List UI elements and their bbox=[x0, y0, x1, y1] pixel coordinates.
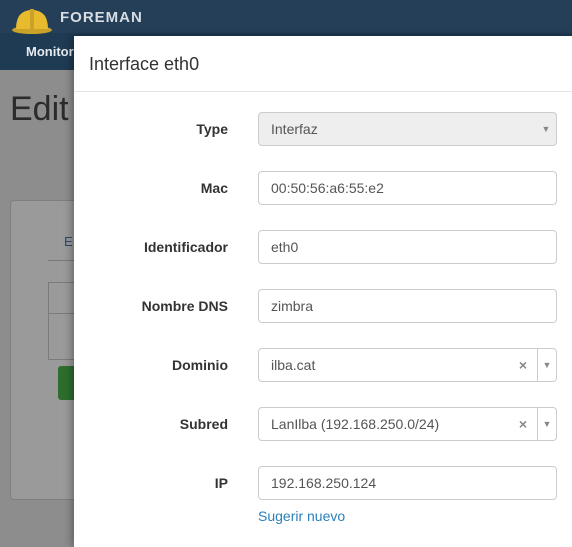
type-value: Interfaz bbox=[271, 121, 318, 137]
clear-x-icon[interactable]: × bbox=[516, 408, 530, 440]
identifier-label: Identificador bbox=[143, 239, 228, 255]
ip-label: IP bbox=[214, 475, 228, 491]
clear-x-icon[interactable]: × bbox=[516, 349, 530, 381]
subnet-value: LanIlba (192.168.250.0/24) bbox=[271, 416, 440, 432]
identifier-row: Identificador bbox=[74, 230, 572, 264]
suggest-new-link[interactable]: Sugerir nuevo bbox=[258, 508, 345, 524]
page: FOREMAN Monitor Edit E Interface eth0 Ty… bbox=[0, 0, 572, 547]
domain-select[interactable]: ilba.cat × ▼ bbox=[258, 348, 557, 382]
caret-down-icon[interactable]: ▼ bbox=[538, 408, 556, 440]
type-label: Type bbox=[196, 121, 228, 137]
dns-name-label: Nombre DNS bbox=[141, 298, 228, 314]
mac-row: Mac bbox=[74, 171, 572, 205]
subnet-select[interactable]: LanIlba (192.168.250.0/24) × ▼ bbox=[258, 407, 557, 441]
nav-item-monitor[interactable]: Monitor bbox=[26, 44, 74, 59]
identifier-field[interactable] bbox=[258, 230, 557, 264]
subnet-label: Subred bbox=[179, 416, 228, 432]
dns-name-field[interactable] bbox=[258, 289, 557, 323]
page-title: Edit bbox=[10, 90, 69, 128]
dns-name-row: Nombre DNS bbox=[74, 289, 572, 323]
tab-partial[interactable]: E bbox=[64, 234, 73, 249]
modal-title: Interface eth0 bbox=[89, 54, 200, 74]
domain-label: Dominio bbox=[172, 357, 228, 373]
ip-row: IP bbox=[74, 466, 572, 500]
caret-down-icon[interactable]: ▼ bbox=[538, 349, 556, 381]
domain-row: Dominio ilba.cat × ▼ bbox=[74, 348, 572, 382]
subnet-row: Subred LanIlba (192.168.250.0/24) × ▼ bbox=[74, 407, 572, 441]
domain-value: ilba.cat bbox=[271, 357, 316, 373]
foreman-helmet-icon[interactable] bbox=[10, 4, 54, 34]
mac-field[interactable] bbox=[258, 171, 557, 205]
mac-label: Mac bbox=[200, 180, 228, 196]
type-select[interactable]: Interfaz ▼ bbox=[258, 112, 557, 146]
brand-name[interactable]: FOREMAN bbox=[60, 9, 143, 26]
caret-down-icon: ▼ bbox=[541, 124, 551, 134]
modal-header: Interface eth0 bbox=[74, 36, 572, 92]
interface-modal: Interface eth0 Type Interfaz ▼ Mac Ident… bbox=[74, 36, 572, 547]
type-row: Type Interfaz ▼ bbox=[74, 112, 572, 146]
ip-field[interactable] bbox=[258, 466, 557, 500]
